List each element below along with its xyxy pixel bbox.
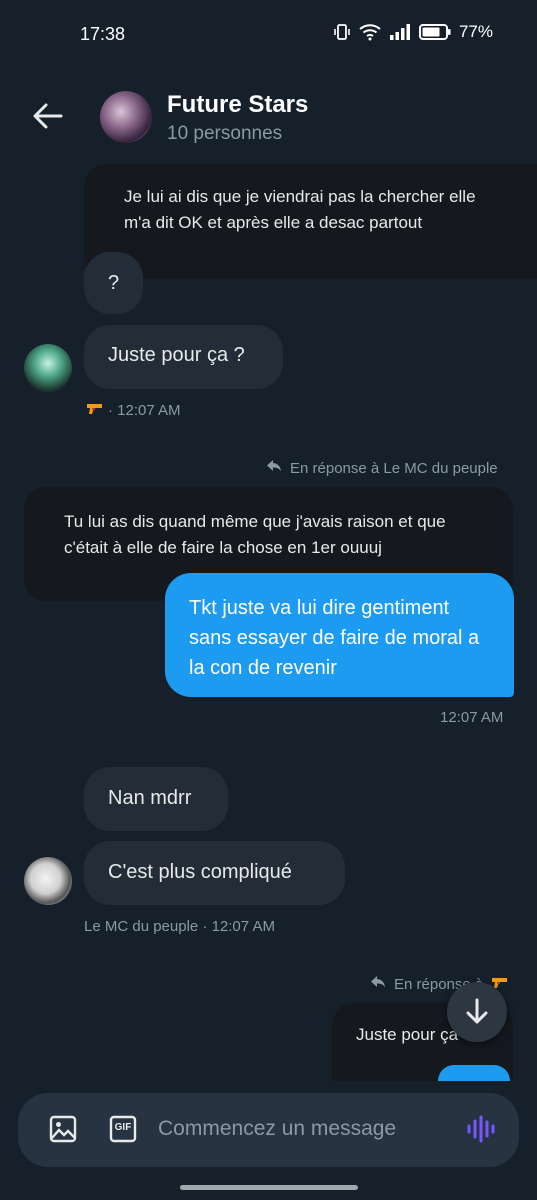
gif-label: GIF bbox=[114, 1122, 132, 1133]
voice-icon bbox=[467, 1115, 495, 1143]
message-time: · 12:07 AM bbox=[108, 401, 181, 419]
message-bubble[interactable]: Nan mdrr bbox=[84, 767, 228, 831]
message-text: ? bbox=[107, 271, 120, 294]
status-bar: 17:38 77% bbox=[0, 0, 537, 70]
group-member-count: 10 personnes bbox=[167, 123, 283, 144]
gun-emoji-icon bbox=[86, 401, 104, 419]
group-avatar[interactable] bbox=[100, 91, 152, 143]
voice-message-button[interactable] bbox=[466, 1114, 496, 1144]
arrow-left-icon bbox=[33, 103, 63, 129]
signal-icon bbox=[389, 23, 411, 41]
wifi-icon bbox=[359, 23, 381, 41]
sender-avatar[interactable] bbox=[24, 857, 72, 905]
message-text: Je lui ai dis que je viendrai pas la che… bbox=[124, 187, 476, 232]
scroll-to-bottom-button[interactable] bbox=[447, 982, 507, 1042]
quoted-text: Tu lui as dis quand même que j'avais rai… bbox=[64, 512, 446, 557]
arrow-down-icon bbox=[466, 998, 488, 1024]
message-text: Nan mdrr bbox=[108, 787, 192, 809]
reply-icon bbox=[266, 459, 282, 477]
sender-avatar[interactable] bbox=[24, 344, 72, 392]
image-icon bbox=[49, 1115, 77, 1143]
message-text: C'est plus compliqué bbox=[108, 861, 292, 883]
status-icons: 77% bbox=[333, 22, 493, 42]
message-text: Tkt juste va lui dire gentiment sans ess… bbox=[189, 597, 480, 679]
message-bubble[interactable]: Je lui ai dis que je viendrai pas la che… bbox=[84, 164, 537, 279]
message-meta: · 12:07 AM bbox=[86, 401, 181, 419]
message-bubble[interactable]: C'est plus compliqué bbox=[84, 841, 345, 905]
home-indicator bbox=[180, 1185, 358, 1190]
message-meta: Le MC du peuple · 12:07 AM bbox=[84, 918, 275, 935]
message-time: 12:07 AM bbox=[440, 709, 504, 726]
group-title[interactable]: Future Stars bbox=[167, 91, 308, 119]
vibrate-icon bbox=[333, 23, 351, 41]
back-button[interactable] bbox=[30, 100, 66, 132]
conversation-header: Future Stars 10 personnes bbox=[0, 80, 537, 152]
message-bubble[interactable]: Juste pour ça ? bbox=[84, 325, 283, 389]
reply-icon bbox=[370, 975, 386, 993]
battery-level: 77% bbox=[458, 22, 493, 41]
message-bubble-outgoing[interactable]: Tkt juste va lui dire gentiment sans ess… bbox=[165, 573, 514, 697]
message-bubble[interactable]: ? bbox=[84, 252, 143, 314]
gif-button[interactable]: GIF bbox=[108, 1114, 138, 1144]
quoted-text: Juste pour ça bbox=[356, 1025, 459, 1044]
status-time: 17:38 bbox=[80, 24, 126, 44]
reply-context: En réponse à Le MC du peuple bbox=[266, 459, 498, 477]
battery-icon bbox=[418, 23, 451, 41]
message-bubble-outgoing-partial[interactable] bbox=[438, 1065, 510, 1081]
message-text: Juste pour ça ? bbox=[108, 344, 245, 366]
image-button[interactable] bbox=[48, 1114, 78, 1144]
reply-context-text: En réponse à Le MC du peuple bbox=[290, 459, 498, 477]
message-input[interactable]: Commencez un message bbox=[158, 1117, 396, 1141]
message-composer: GIF Commencez un message bbox=[18, 1093, 519, 1167]
